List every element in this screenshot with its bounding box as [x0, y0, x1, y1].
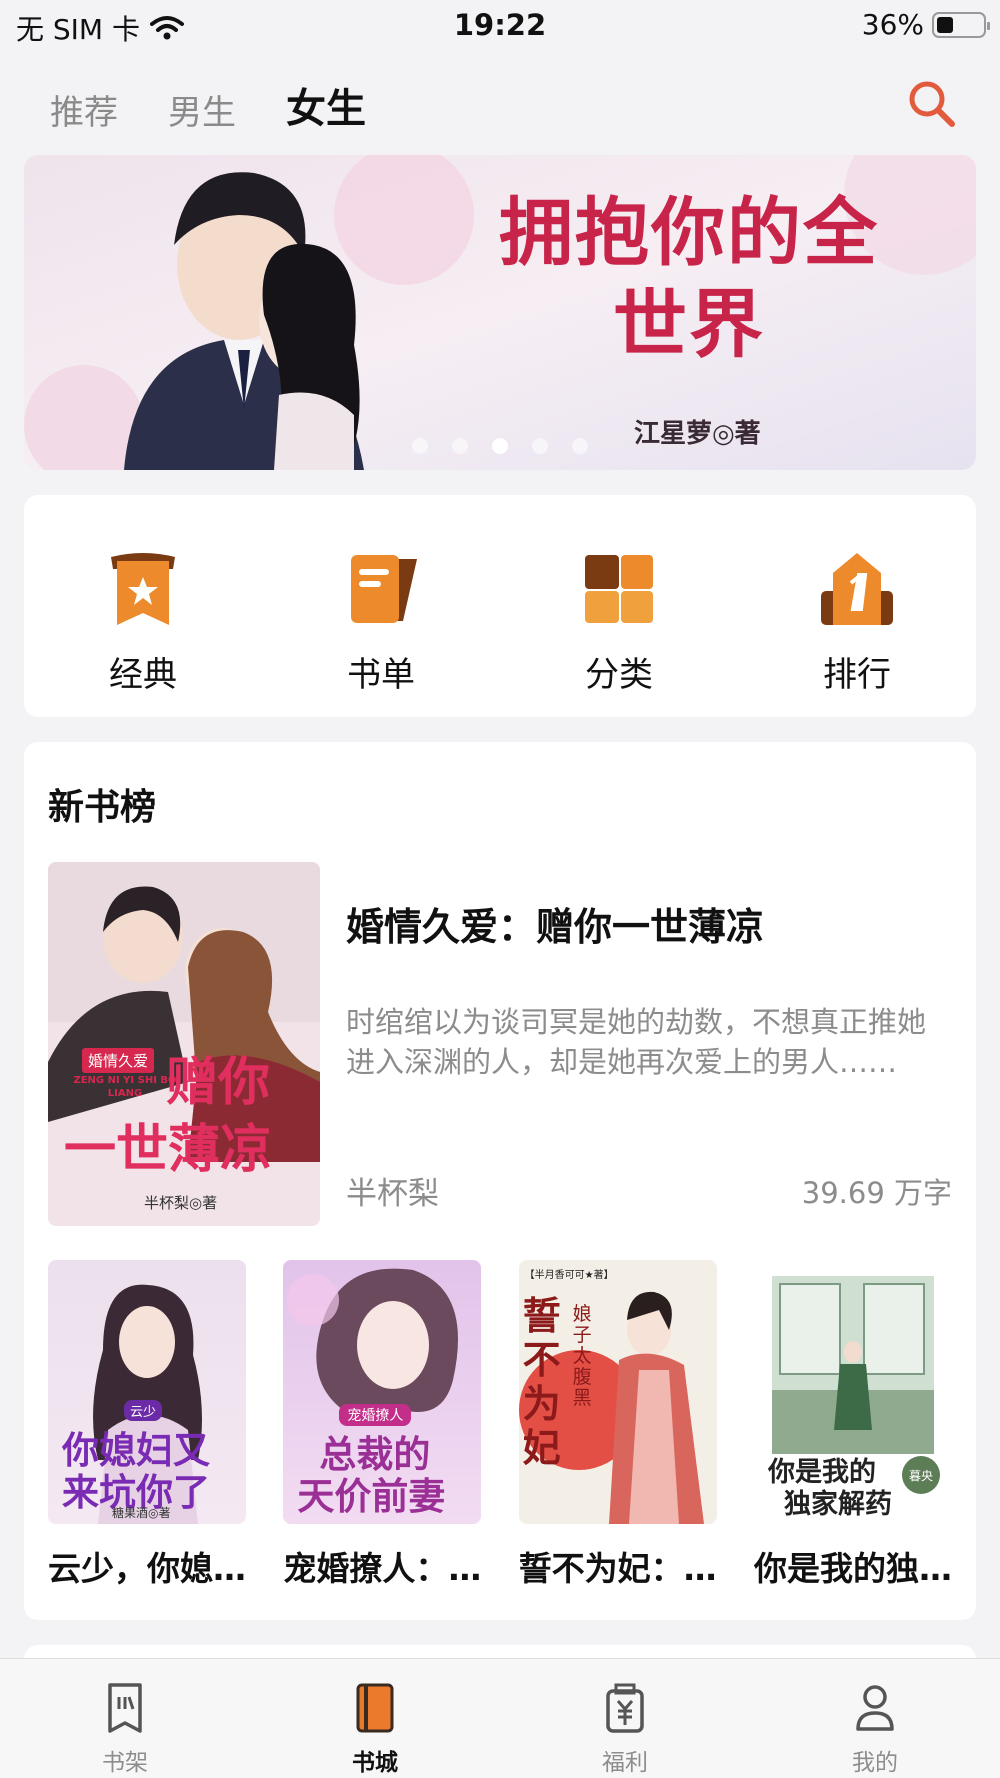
quick-link-classic[interactable]: 经典: [24, 495, 262, 717]
book-title: 你是我的独家解药: [753, 1549, 952, 1588]
carousel-dot[interactable]: [532, 438, 548, 454]
quick-link-label: 分类: [585, 655, 653, 695]
cover-author: 【半月香可可★著】: [524, 1270, 614, 1281]
featured-book-cover[interactable]: 婚情久爱 ZENG NI YI SHI BO LIANG 赠你 一世薄凉 半杯梨…: [48, 862, 320, 1226]
carousel-dot[interactable]: [452, 438, 468, 454]
nav-label: 我的: [852, 1750, 898, 1776]
bonus-icon: [606, 1683, 644, 1733]
new-books-card: 新书榜 婚情久爱 ZENG NI YI SHI BO LIANG 赠你 一世薄凉: [24, 742, 976, 1620]
book-title: 宠婚撩人：总裁的天价前妻: [283, 1549, 482, 1588]
quick-links-card: 经典 书单 分类 排行: [24, 495, 976, 717]
booklist-icon: [351, 555, 417, 623]
nav-bonus[interactable]: 福利: [500, 1659, 750, 1778]
quick-link-label: 经典: [109, 655, 177, 695]
quick-link-category[interactable]: 分类: [500, 495, 738, 717]
book-item[interactable]: 宠婚撩人 总裁的 天价前妻 宠婚撩人：总裁的天价前妻: [283, 1260, 482, 1590]
featured-book-description: 时绾绾以为谈司冥是她的劫数，不想真正推她进入深渊的人，却是她再次爱上的男人……: [346, 1005, 927, 1079]
quick-link-booklist[interactable]: 书单: [262, 495, 500, 717]
battery-area: 36%: [861, 8, 990, 41]
rank-one-icon: [821, 553, 893, 625]
profile-icon: [856, 1685, 894, 1731]
cover-title-line2: 一世薄凉: [64, 1119, 273, 1180]
cover-tag: 云少: [124, 1400, 163, 1421]
book-row: 云少 你媳妇又 来坑你了 糖果酒◎著 云少，你媳妇又来坑你了 宠婚撩人 总裁的: [48, 1260, 952, 1590]
banner-carousel[interactable]: 拥抱你的全世界 江星萝◎著: [24, 155, 976, 470]
cover-pinyin: ZENG NI YI SHI BO LIANG: [73, 1075, 177, 1099]
nav-profile[interactable]: 我的: [750, 1659, 1000, 1778]
search-icon[interactable]: [904, 76, 960, 132]
clock: 19:22: [453, 8, 547, 42]
featured-book-word-count: 39.69 万字: [801, 1176, 952, 1210]
cover-author: 暮央: [901, 1456, 940, 1494]
bottom-nav: 书架 书城 福利 我的: [0, 1658, 1000, 1778]
tab-male[interactable]: 男生: [168, 85, 236, 134]
book-item[interactable]: 【半月香可可★著】 誓不为妃 娘子太腹黑 誓不为妃：娘子太腹黑: [518, 1260, 717, 1590]
quick-link-label: 排行: [823, 655, 891, 695]
app-screen: 无 SIM 卡 19:22 36% 推荐 男生 女生 拥抱你的全世界 江星萝◎著…: [0, 0, 1000, 1778]
battery-icon: [932, 11, 990, 38]
cover-tag: 宠婚撩人: [339, 1404, 412, 1426]
carousel-dot[interactable]: [572, 438, 588, 454]
status-bar: 无 SIM 卡 19:22 36%: [0, 0, 1000, 50]
tab-female[interactable]: 女生: [286, 76, 366, 134]
battery-level: [937, 16, 953, 33]
cover-author: 半杯梨◎著: [144, 1194, 218, 1212]
book-cover[interactable]: 你是我的 独家解药 暮央: [753, 1260, 952, 1524]
book-title: 誓不为妃：娘子太腹黑: [518, 1549, 717, 1588]
book-cover[interactable]: 【半月香可可★著】 誓不为妃 娘子太腹黑: [518, 1260, 717, 1524]
carousel-dot[interactable]: [492, 438, 508, 454]
nav-label: 书架: [102, 1750, 148, 1776]
cover-title-line2: 独家解药: [783, 1489, 892, 1520]
book-item[interactable]: 你是我的 独家解药 暮央 你是我的独家解药: [753, 1260, 952, 1590]
banner-title: 拥抱你的全世界: [499, 190, 879, 368]
nav-bookstore[interactable]: 书城: [250, 1659, 500, 1778]
category-grid-icon: [585, 555, 653, 623]
cover-tag: 婚情久爱: [82, 1048, 155, 1073]
carousel-dot[interactable]: [412, 438, 428, 454]
book-cover[interactable]: 宠婚撩人 总裁的 天价前妻: [283, 1260, 482, 1524]
bookmark-star-icon: [111, 553, 175, 625]
nav-bookshelf[interactable]: 书架: [0, 1659, 250, 1778]
tab-recommend[interactable]: 推荐: [50, 85, 118, 134]
cover-title-line2: 天价前妻: [297, 1474, 446, 1518]
quick-link-label: 书单: [347, 655, 415, 695]
cover-title-line1: 赠你: [166, 1052, 271, 1113]
nav-label: 书城: [352, 1750, 398, 1776]
bookshelf-icon: [108, 1683, 142, 1733]
top-tabs: 推荐 男生 女生: [50, 70, 366, 134]
quick-link-ranking[interactable]: 排行: [738, 495, 976, 717]
battery-percent: 36%: [861, 8, 924, 41]
featured-book-title[interactable]: 婚情久爱：赠你一世薄凉: [346, 896, 764, 951]
book-cover[interactable]: 云少 你媳妇又 来坑你了 糖果酒◎著: [48, 1260, 246, 1524]
book-title: 云少，你媳妇又来坑你了: [48, 1549, 246, 1588]
cover-title-line1: 誓不为妃: [522, 1293, 561, 1470]
bookstore-icon: [356, 1683, 394, 1733]
carousel-indicator: [24, 438, 976, 454]
cover-tag: 娘子太腹黑: [572, 1303, 592, 1409]
nav-label: 福利: [602, 1750, 648, 1776]
cover-author: 糖果酒◎著: [112, 1506, 171, 1520]
section-title: 新书榜: [48, 787, 157, 828]
book-item[interactable]: 云少 你媳妇又 来坑你了 糖果酒◎著 云少，你媳妇又来坑你了: [48, 1260, 246, 1590]
featured-book-author: 半杯梨: [346, 1176, 439, 1212]
featured-book[interactable]: 婚情久爱 ZENG NI YI SHI BO LIANG 赠你 一世薄凉 半杯梨…: [48, 862, 952, 1226]
